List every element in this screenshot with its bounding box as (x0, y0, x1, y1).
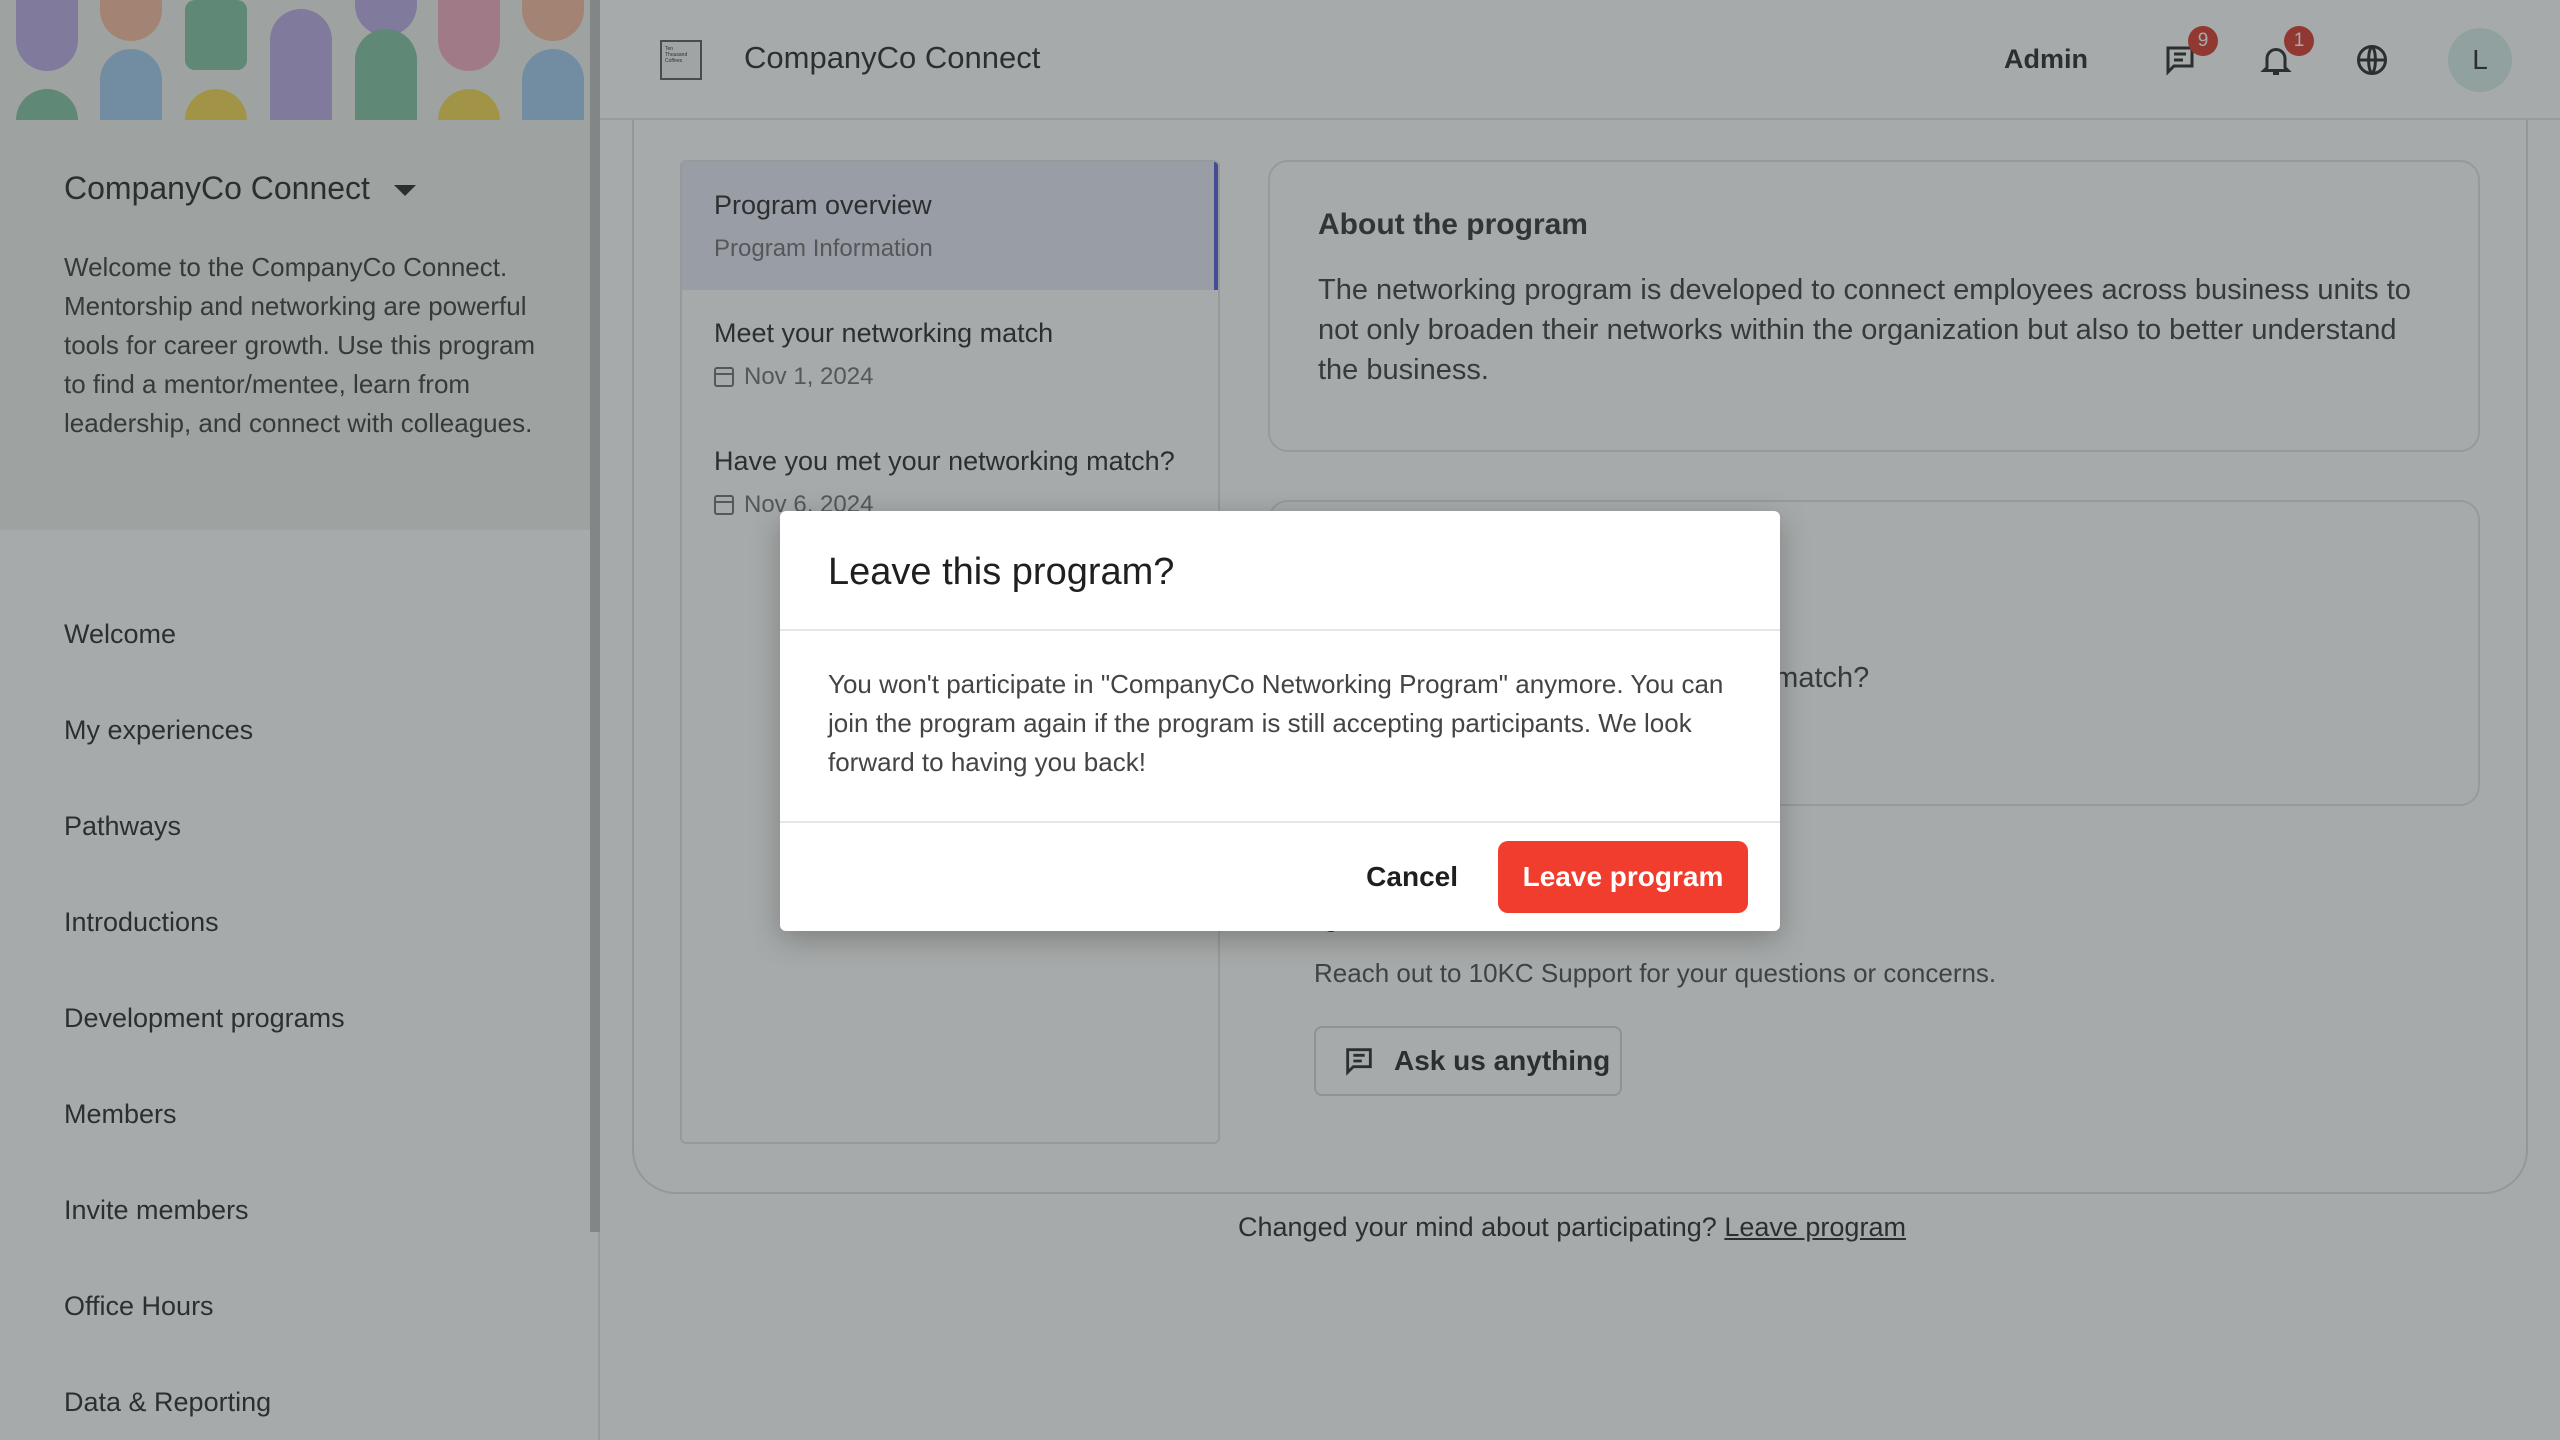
leave-program-button[interactable]: Leave program (1498, 841, 1748, 913)
dialog-actions: Cancel Leave program (780, 823, 1780, 931)
dialog-message: You won't participate in "CompanyCo Netw… (780, 631, 1780, 823)
cancel-button[interactable]: Cancel (1366, 861, 1458, 893)
dialog-title: Leave this program? (780, 511, 1780, 631)
leave-program-dialog: Leave this program? You won't participat… (780, 511, 1780, 931)
